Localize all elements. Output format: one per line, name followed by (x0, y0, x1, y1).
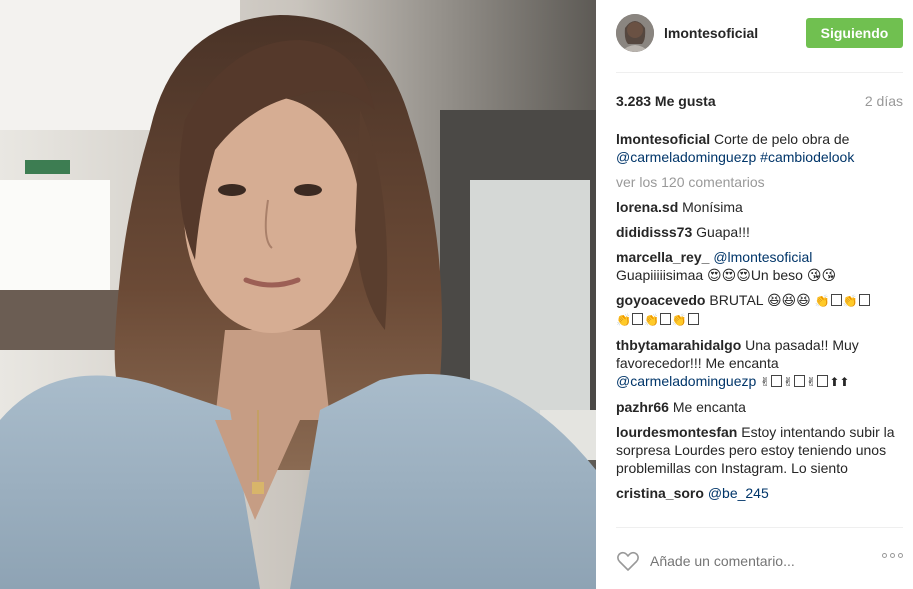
comment-text: Guapa!!! (696, 224, 750, 240)
clap-emoji-icon: 👏 (814, 294, 830, 308)
comment-username[interactable]: thbytamarahidalgo (616, 337, 741, 353)
comment-username[interactable]: pazhr66 (616, 399, 669, 415)
comment-text: Me encanta (672, 399, 746, 415)
caption-hashtag[interactable]: #cambiodelook (760, 149, 854, 165)
add-comment-input[interactable] (650, 553, 850, 569)
instagram-post: lmontesoficial Siguiendo 3.283 Me gusta … (0, 0, 913, 589)
unsupported-emoji-icon (858, 294, 870, 306)
comments-list: lmontesoficial Corte de pelo obra de @ca… (616, 130, 903, 509)
header-username[interactable]: lmontesoficial (664, 25, 758, 41)
post-time[interactable]: 2 días (865, 93, 903, 109)
caption-text: Corte de pelo obra de (714, 131, 850, 147)
list-item: thbytamarahidalgo Una pasada!! Muy favor… (616, 336, 903, 391)
comment-username[interactable]: lorena.sd (616, 199, 678, 215)
header-divider (616, 72, 903, 73)
list-item: lourdesmontesfan Estoy intentando subir … (616, 423, 903, 477)
comment-text: BRUTAL 😆😆😆 (709, 292, 811, 308)
selfie-photo (0, 0, 596, 589)
comment-mention[interactable]: @lmontesoficial (713, 249, 812, 265)
caption-username[interactable]: lmontesoficial (616, 131, 710, 147)
list-item: dididisss73 Guapa!!! (616, 223, 903, 241)
add-comment-row (616, 547, 903, 575)
user-avatar[interactable] (616, 14, 654, 52)
unsupported-emoji-icon (771, 375, 783, 387)
unsupported-emoji-icon (687, 313, 699, 325)
list-item: cristina_soro @be_245 (616, 484, 903, 502)
hands-emoji-icon: ✌ (806, 375, 817, 389)
list-item: goyoacevedo BRUTAL 😆😆😆 👏 👏 👏 👏 👏 (616, 291, 903, 329)
hands-emoji-icon: ✌ (760, 375, 771, 389)
list-item: lorena.sd Monísima (616, 198, 903, 216)
comment-username[interactable]: cristina_soro (616, 485, 704, 501)
comment-mention[interactable]: @be_245 (708, 485, 769, 501)
likes-count[interactable]: 3.283 Me gusta (616, 93, 716, 109)
comment-username[interactable]: lourdesmontesfan (616, 424, 737, 440)
post-header: lmontesoficial Siguiendo (616, 13, 903, 53)
hands-emoji-icon: ✌ (783, 375, 794, 389)
list-item: marcella_rey_ @lmontesoficial Guapiiiiis… (616, 248, 903, 284)
caption: lmontesoficial Corte de pelo obra de @ca… (616, 130, 903, 166)
caption-mention[interactable]: @carmeladominguezp (616, 149, 756, 165)
likes-row: 3.283 Me gusta 2 días (616, 92, 903, 110)
heart-outline-icon[interactable] (616, 549, 640, 573)
view-comments-link[interactable]: ver los 120 comentarios (616, 173, 903, 191)
clap-emoji-icon: 👏 (671, 313, 687, 327)
unsupported-emoji-icon (817, 375, 829, 387)
more-dots-icon[interactable] (882, 553, 903, 558)
following-button[interactable]: Siguiendo (806, 18, 903, 48)
unsupported-emoji-icon (659, 313, 671, 325)
list-item: pazhr66 Me encanta (616, 398, 903, 416)
comment-text: Monísima (682, 199, 743, 215)
footer-divider (616, 527, 903, 528)
top-arrow-emoji-icon: ⬆⬆ (829, 375, 850, 389)
comment-text: Guapiiiiisimaa 😍😍😍Un beso 😘😘 (616, 267, 837, 283)
post-photo[interactable] (0, 0, 596, 589)
comment-username[interactable]: dididisss73 (616, 224, 692, 240)
clap-emoji-icon: 👏 (842, 294, 858, 308)
unsupported-emoji-icon (830, 294, 842, 306)
comment-username[interactable]: goyoacevedo (616, 292, 705, 308)
comment-username[interactable]: marcella_rey_ (616, 249, 709, 265)
clap-emoji-icon: 👏 (616, 313, 631, 327)
unsupported-emoji-icon (794, 375, 806, 387)
comment-mention[interactable]: @carmeladominguezp (616, 373, 756, 389)
clap-emoji-icon: 👏 (643, 313, 659, 327)
post-side-panel: lmontesoficial Siguiendo 3.283 Me gusta … (596, 0, 913, 589)
unsupported-emoji-icon (631, 313, 643, 325)
